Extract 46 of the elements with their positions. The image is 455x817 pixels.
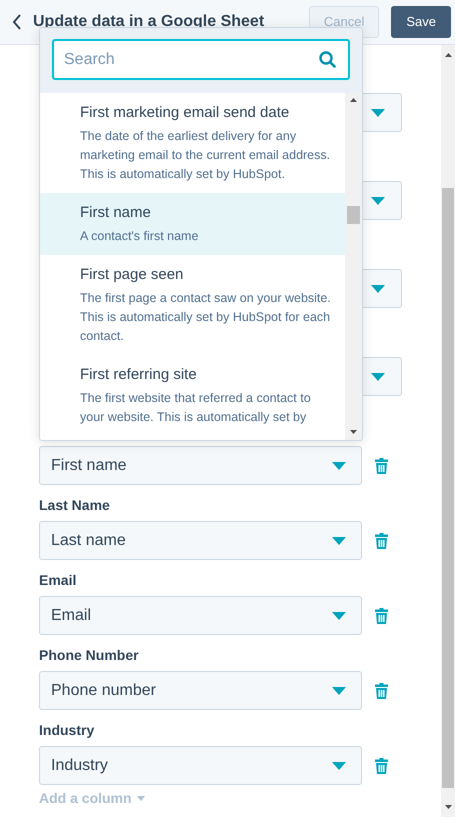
caret-icon <box>371 108 385 116</box>
scrollbar[interactable] <box>345 93 362 440</box>
search-field[interactable]: Search <box>52 39 350 80</box>
trash-icon[interactable] <box>375 758 388 774</box>
scroll-up-icon[interactable] <box>350 98 357 102</box>
scroll-up-icon[interactable] <box>444 53 452 57</box>
trash-icon[interactable] <box>375 682 388 698</box>
caret-icon <box>332 462 346 470</box>
dropdown-field[interactable]: Phone number <box>39 671 362 710</box>
dropdown-field[interactable]: Last name <box>39 521 362 560</box>
field-label: Industry <box>39 721 94 740</box>
caret-icon <box>332 686 346 694</box>
field-label: Last Name <box>39 496 110 515</box>
field-label: Email <box>39 571 76 590</box>
dropdown-field[interactable]: First name <box>39 446 362 485</box>
caret-icon <box>136 796 145 801</box>
caret-icon <box>332 536 346 544</box>
trash-icon[interactable] <box>375 608 388 624</box>
option-description: The date of the earliest delivery for any marketing email to the current email address. This is automatically set by HubSpot. <box>80 128 331 183</box>
option-description: The first page a contact saw on your website. This is automatically set by HubSpot for each contact. <box>80 290 331 345</box>
scroll-thumb[interactable] <box>442 188 454 788</box>
option-title: First marketing email send date <box>80 103 290 123</box>
option-item[interactable]: First name A contact's first name <box>40 193 345 255</box>
option-title: First page seen <box>80 265 184 285</box>
trash-icon[interactable] <box>375 458 388 474</box>
option-title: First name <box>80 203 152 223</box>
page-title: Update data in a Google Sheet <box>33 12 264 32</box>
caret-icon <box>371 196 385 204</box>
scroll-down-icon[interactable] <box>350 430 357 434</box>
search-icon[interactable] <box>319 51 336 68</box>
dropdown-field[interactable]: Email <box>39 596 362 635</box>
caret-icon <box>371 372 385 380</box>
save-button[interactable]: Save <box>391 6 451 38</box>
caret-icon <box>332 762 346 770</box>
scroll-down-icon[interactable] <box>444 805 452 809</box>
back-icon[interactable] <box>12 14 22 30</box>
option-description: The first website that referred a contact to your website. This is automatically set by <box>80 390 312 426</box>
scrollbar[interactable] <box>441 45 455 817</box>
trash-icon[interactable] <box>375 532 388 548</box>
option-title: First referring site <box>80 365 198 385</box>
caret-icon <box>332 612 346 620</box>
field-label: Phone Number <box>39 646 139 665</box>
dropdown-field[interactable]: Industry <box>39 746 362 785</box>
scroll-thumb[interactable] <box>347 206 360 224</box>
option-description: A contact's first name <box>80 228 200 245</box>
caret-icon <box>371 284 385 292</box>
